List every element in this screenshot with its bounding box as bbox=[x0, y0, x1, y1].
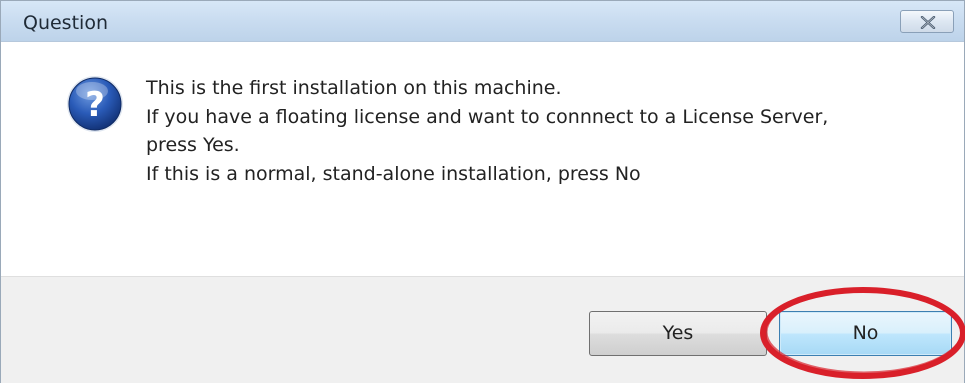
dialog-message: This is the first installation on this m… bbox=[146, 74, 828, 188]
close-button[interactable] bbox=[900, 10, 954, 33]
message-line: If you have a floating license and want … bbox=[146, 105, 829, 128]
question-icon: ? bbox=[67, 76, 123, 132]
title-bar: Question bbox=[1, 1, 964, 42]
yes-button[interactable]: Yes bbox=[589, 311, 767, 356]
message-line: This is the first installation on this m… bbox=[146, 77, 562, 99]
svg-text:?: ? bbox=[85, 85, 105, 125]
window-title: Question bbox=[23, 12, 108, 34]
close-icon bbox=[920, 16, 936, 29]
question-dialog: Question ? This is the first installatio… bbox=[0, 0, 965, 383]
no-button[interactable]: No bbox=[779, 311, 952, 356]
message-line: press Yes. bbox=[146, 134, 240, 156]
message-line: If this is a normal, stand-alone install… bbox=[146, 162, 641, 185]
